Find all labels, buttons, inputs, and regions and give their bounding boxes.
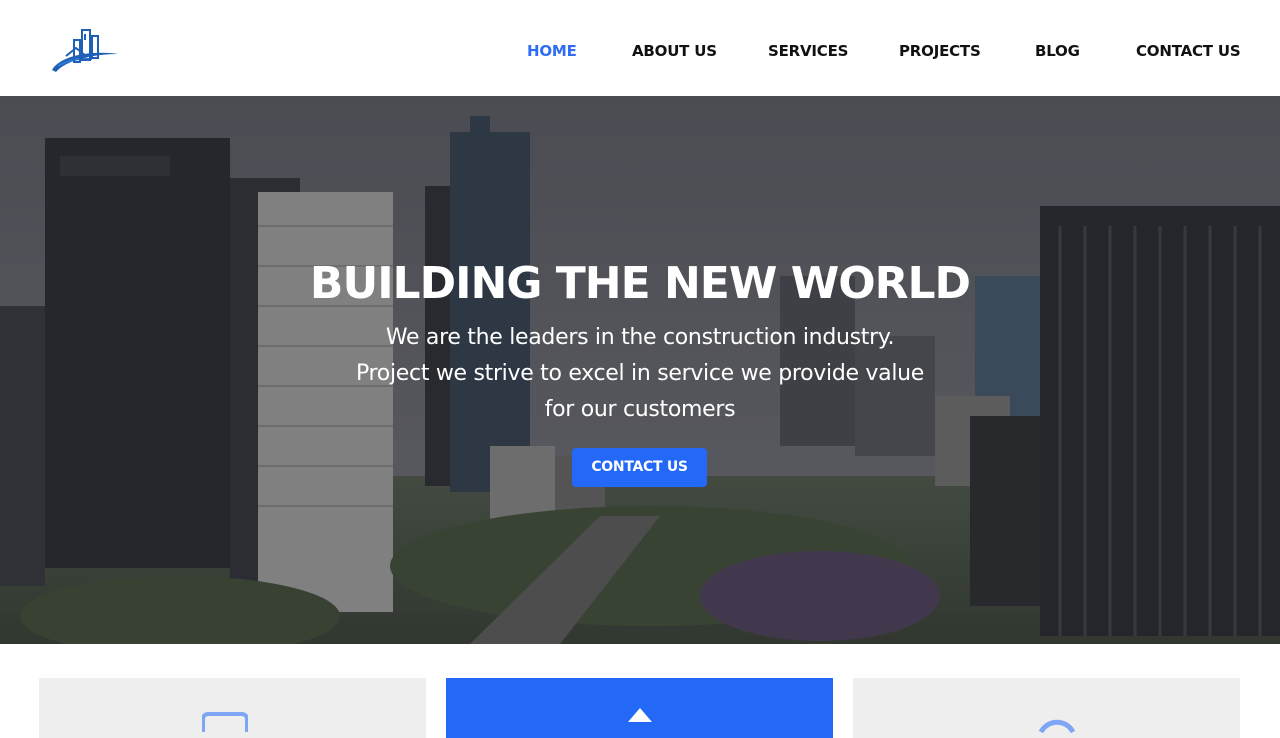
hero-title: BUILDING THE NEW WORLD <box>309 258 971 309</box>
nav-item-home[interactable]: HOME <box>527 40 577 62</box>
nav-item-projects[interactable]: PROJECTS <box>899 40 981 62</box>
site-header: HOME ABOUT US SERVICES PROJECTS BLOG CON… <box>0 0 1280 96</box>
feature-cards <box>0 644 1280 738</box>
hero-subtitle-line: for our customers <box>544 397 736 422</box>
document-icon <box>202 712 248 732</box>
nav-item-services[interactable]: SERVICES <box>768 40 848 62</box>
hero-subtitle: We are the leaders in the construction i… <box>300 320 980 428</box>
circle-icon <box>1038 719 1076 734</box>
contact-us-button[interactable]: CONTACT US <box>572 448 707 487</box>
nav-item-contact-us[interactable]: CONTACT US <box>1136 40 1241 62</box>
hero-section: BUILDING THE NEW WORLD We are the leader… <box>0 96 1280 644</box>
nav-item-about-us[interactable]: ABOUT US <box>632 40 717 62</box>
nav-item-blog[interactable]: BLOG <box>1035 40 1080 62</box>
feature-card[interactable] <box>853 678 1240 738</box>
hero-subtitle-line: We are the leaders in the construction i… <box>385 325 895 350</box>
main-nav: HOME ABOUT US SERVICES PROJECTS BLOG CON… <box>0 40 1280 64</box>
hero-subtitle-line: Project we strive to excel in service we… <box>355 361 925 386</box>
feature-card[interactable] <box>446 678 833 738</box>
feature-card[interactable] <box>39 678 426 738</box>
